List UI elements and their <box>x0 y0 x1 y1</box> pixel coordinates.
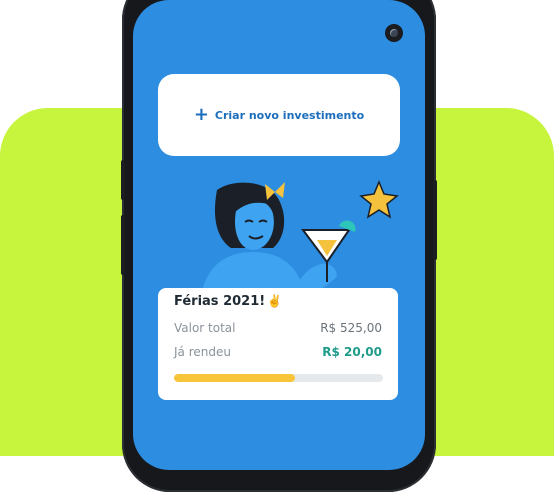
star-icon <box>359 180 399 219</box>
phone-side-button <box>121 160 125 200</box>
investment-title: Férias 2021! ✌️ <box>174 294 282 309</box>
create-investment-label: Criar novo investimento <box>214 108 365 122</box>
plus-icon: + <box>193 104 209 125</box>
investment-title-text: Férias 2021! <box>174 294 266 309</box>
victory-hand-icon: ✌️ <box>267 294 283 308</box>
progress-bar-fill <box>174 374 296 382</box>
total-value-amount: R$ 525,00 <box>320 321 382 335</box>
total-value-label: Valor total <box>174 321 236 335</box>
earned-amount: R$ 20,00 <box>322 345 382 359</box>
progress-bar <box>174 374 383 382</box>
vacation-illustration <box>201 180 399 295</box>
phone-side-button <box>121 215 125 275</box>
earned-label: Já rendeu <box>174 345 231 359</box>
investment-card[interactable]: Férias 2021! ✌️ Valor total R$ 525,00 Já … <box>158 288 398 400</box>
front-camera-icon <box>385 24 403 42</box>
phone-side-button <box>433 180 437 260</box>
create-investment-button[interactable]: + Criar novo investimento <box>158 74 400 156</box>
